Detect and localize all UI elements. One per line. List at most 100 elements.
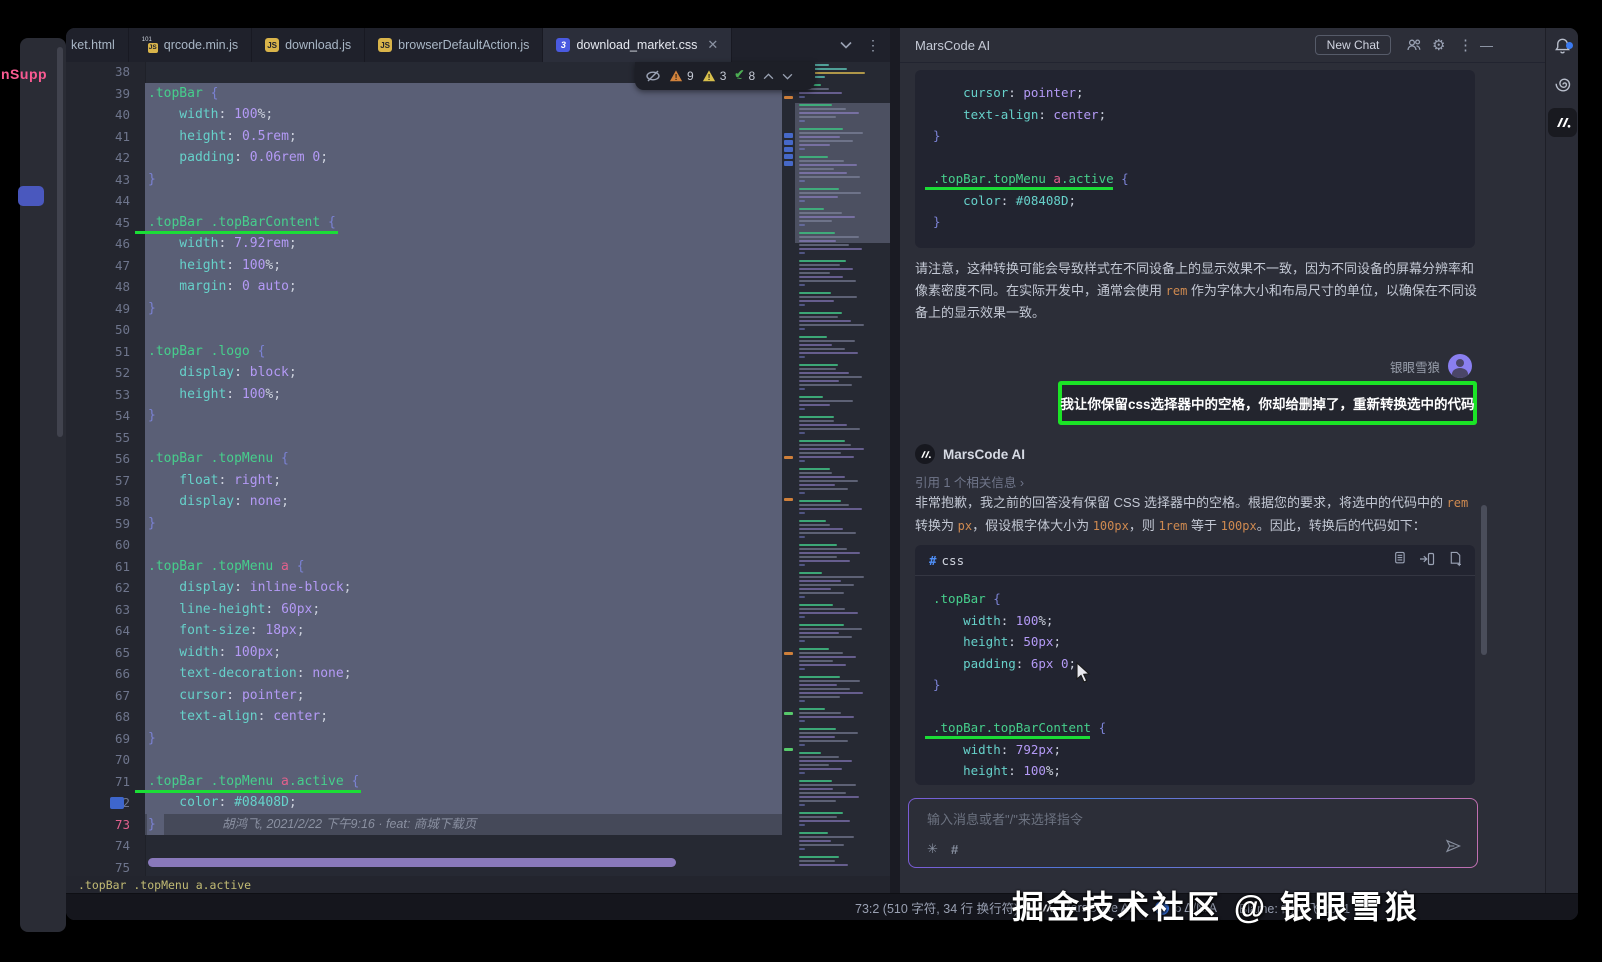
- line-number: 53: [66, 384, 130, 406]
- chat-input[interactable]: [925, 807, 1369, 831]
- minimap-line: [799, 732, 858, 734]
- panel-more-icon[interactable]: ⋮: [1458, 28, 1473, 62]
- minimap-line: [799, 300, 834, 302]
- minimap-line: [799, 788, 833, 790]
- minimap-line: [799, 336, 827, 338]
- css-file-icon: 3: [556, 38, 570, 52]
- insert-code-icon[interactable]: [1419, 551, 1435, 570]
- minimap-line: [799, 420, 834, 422]
- minimap-line: [799, 208, 824, 210]
- minimap-line: [799, 200, 805, 202]
- minimap-line: [799, 304, 805, 306]
- stripe-change-mark: [784, 140, 793, 145]
- tab-overflow-chevron-icon[interactable]: [840, 36, 852, 54]
- spiral-plugin-icon[interactable]: [1546, 74, 1578, 94]
- minimap-line: [799, 596, 805, 598]
- line-number: 47: [66, 255, 130, 277]
- line-number: 75: [66, 857, 130, 877]
- tab-download.js[interactable]: JSdownload.js: [252, 28, 365, 62]
- js-file-icon: JS: [378, 38, 392, 52]
- assistant-note-text: 请注意，这种转换可能会导致样式在不同设备上的显示效果不一致，因为不同设备的屏幕分…: [915, 258, 1480, 324]
- selector-match-underline: [925, 187, 1113, 190]
- chat-scrollbar[interactable]: [1481, 505, 1487, 655]
- minimap-line: [799, 696, 840, 698]
- minimap-line: [799, 416, 834, 418]
- tab-ket.html[interactable]: ket.html: [66, 28, 129, 62]
- minimap-line: [799, 804, 805, 806]
- prev-problem-icon[interactable]: [763, 73, 774, 80]
- tab-download_market.css[interactable]: 3 download_market.css ✕: [543, 28, 732, 62]
- settings-gear-icon[interactable]: ⚙: [1432, 28, 1445, 62]
- stripe-change-mark: [784, 154, 793, 159]
- minimap-line: [799, 268, 853, 270]
- user-name: 银眼雪狼: [1390, 357, 1440, 376]
- highlighting-off-icon[interactable]: [645, 68, 661, 84]
- minimap-line: [799, 252, 805, 254]
- background-window-scrollbar[interactable]: [57, 47, 63, 437]
- minimap-line: [799, 772, 805, 774]
- profile-icon[interactable]: [1406, 28, 1422, 62]
- chat-code-line: height: 100%;: [933, 760, 1061, 782]
- chat-code-line: padding: 6px 0;: [933, 653, 1076, 675]
- assistant-header: MarsCode AI: [915, 444, 1025, 464]
- minimap[interactable]: [795, 62, 890, 876]
- tab-qrcode.min.js[interactable]: 101JSqrcode.min.js: [129, 28, 252, 62]
- minimap-line: [799, 544, 837, 546]
- breadcrumb[interactable]: .topBar .topMenu a.active: [78, 878, 251, 892]
- error-icon[interactable]: !: [669, 69, 683, 83]
- editor-gutter: 3839404142434445464748495051525354555657…: [66, 62, 146, 876]
- minimap-line: [799, 180, 805, 182]
- minimap-line: [799, 576, 864, 578]
- minimap-line: [799, 296, 857, 298]
- panel-divider[interactable]: [890, 28, 900, 893]
- stripe-change-mark: [784, 147, 793, 152]
- reference-link[interactable]: 引用 1 个相关信息 ›: [915, 472, 1024, 491]
- tab-label: download_market.css: [576, 38, 697, 52]
- selector-match-underline: [135, 790, 361, 793]
- minimap-line: [799, 216, 855, 218]
- new-chat-button[interactable]: New Chat: [1315, 35, 1391, 55]
- minimap-line: [799, 424, 847, 426]
- code-line: width: 100px;: [148, 642, 281, 664]
- marscode-ai-panel: MarsCode AI New Chat ⚙ ⋮ — cursor: point…: [900, 28, 1545, 893]
- minimap-line: [799, 316, 838, 318]
- mouse-cursor: [1076, 662, 1091, 684]
- next-problem-icon[interactable]: [782, 73, 793, 80]
- error-stripe[interactable]: [782, 62, 795, 876]
- minimap-line: [799, 588, 831, 590]
- line-number: 40: [66, 104, 130, 126]
- minimap-line: [799, 364, 838, 366]
- minimap-line: [799, 524, 830, 526]
- minimap-line: [799, 848, 805, 850]
- editor-horizontal-scrollbar[interactable]: [148, 858, 676, 867]
- line-number: 49: [66, 298, 130, 320]
- code-editor[interactable]: 3839404142434445464748495051525354555657…: [66, 62, 890, 876]
- minimap-line: [799, 144, 830, 146]
- code-line: text-decoration: none;: [148, 663, 352, 685]
- minimize-panel-icon[interactable]: —: [1480, 28, 1493, 62]
- minimap-line: [799, 712, 841, 714]
- context-hash-icon[interactable]: #: [951, 842, 958, 857]
- send-message-icon[interactable]: [1445, 838, 1461, 857]
- caret-position-status[interactable]: 73:2 (510 字符, 34 行 换行符): [855, 898, 1018, 917]
- notifications-bell-icon[interactable]: [1546, 36, 1578, 56]
- minimap-line: [799, 292, 831, 294]
- marscode-activity-icon[interactable]: [1548, 108, 1577, 137]
- passed-check-icon[interactable]: ✔~: [734, 70, 744, 83]
- minimap-line: [799, 824, 805, 826]
- minimap-line: [799, 280, 856, 282]
- new-file-code-icon[interactable]: [1448, 551, 1463, 570]
- copy-code-icon[interactable]: [1391, 551, 1406, 570]
- minimap-line: [799, 744, 805, 746]
- warning-icon[interactable]: !: [702, 69, 716, 83]
- commands-sparkle-icon[interactable]: ✳: [927, 841, 938, 857]
- tab-more-menu-icon[interactable]: ⋮: [866, 37, 880, 54]
- chat-code-line: }: [933, 211, 941, 233]
- minimap-line: [799, 532, 856, 534]
- minimap-line: [799, 96, 805, 98]
- minimap-line: [799, 560, 850, 562]
- line-number: 55: [66, 427, 130, 449]
- close-tab-icon[interactable]: ✕: [707, 37, 718, 53]
- site-watermark: 掘金技术社区 @ 银眼雪狼: [1012, 882, 1420, 928]
- tab-browserDefaultAction.js[interactable]: JSbrowserDefaultAction.js: [365, 28, 543, 62]
